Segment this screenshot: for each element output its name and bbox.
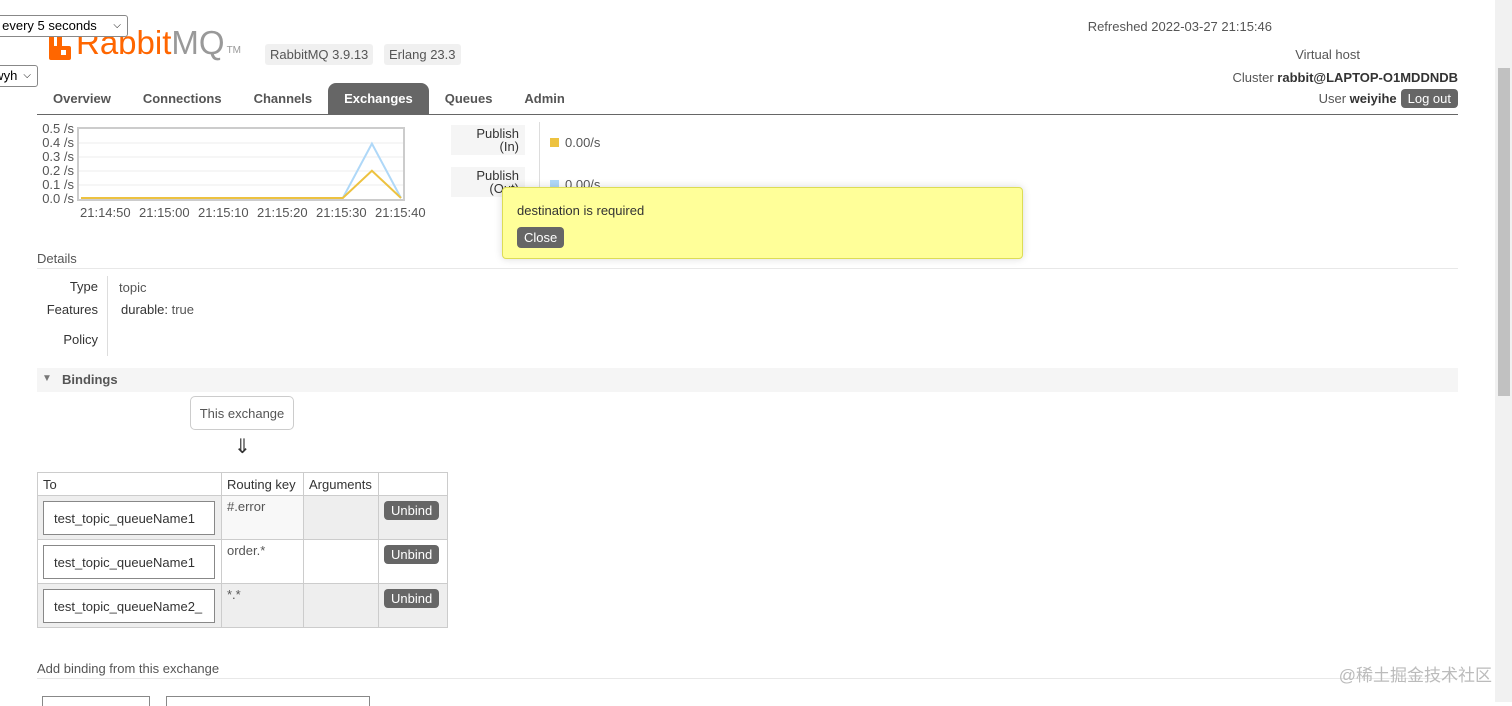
- vhost-label: Virtual host: [1295, 47, 1360, 62]
- unbind-cell: Unbind: [378, 495, 448, 540]
- unbind-cell: Unbind: [378, 583, 448, 628]
- chart-plot: [77, 127, 405, 201]
- tab-channels[interactable]: Channels: [238, 83, 329, 114]
- details-divider: [37, 268, 1458, 269]
- y-tick: 0.1 /s: [42, 177, 74, 192]
- watermark: @稀土掘金技术社区: [1338, 666, 1492, 685]
- col-arguments: Arguments: [303, 472, 379, 496]
- x-tick: 21:15:10: [198, 205, 249, 220]
- cluster-info: Cluster rabbit@LAPTOP-O1MDDNDB: [1232, 70, 1458, 85]
- refresh-interval-select[interactable]: Refresh every 5 seconds⌵: [0, 15, 128, 37]
- error-message: destination is required: [517, 203, 645, 218]
- logo-trademark: TM: [226, 45, 242, 56]
- y-tick: 0.4 /s: [42, 135, 74, 150]
- bindings-table: To Routing key Arguments test_topic_queu…: [37, 472, 448, 628]
- col-actions: [378, 472, 448, 496]
- table-row: test_topic_queueName2_ *.* Unbind: [37, 583, 448, 628]
- unbind-cell: Unbind: [378, 539, 448, 584]
- col-routing-key: Routing key: [221, 472, 304, 496]
- scrollbar[interactable]: [1495, 0, 1512, 702]
- user-info: User weiyihe Log out: [1319, 89, 1458, 108]
- destination-type-select[interactable]: [42, 696, 150, 706]
- y-tick: 0.2 /s: [42, 163, 74, 178]
- this-exchange-box: This exchange: [190, 396, 294, 430]
- arguments-cell: [303, 495, 379, 540]
- cluster-name: rabbit@LAPTOP-O1MDDNDB: [1277, 70, 1458, 85]
- col-to: To: [37, 472, 222, 496]
- x-tick: 21:15:00: [139, 205, 190, 220]
- chart-frame: [77, 127, 405, 201]
- type-label: Type: [69, 279, 98, 294]
- features-label: Features: [46, 302, 98, 317]
- type-value: topic: [119, 280, 147, 295]
- binding-destination-cell: test_topic_queueName1: [37, 539, 222, 584]
- legend-publish-in-rate: 0.00/s: [550, 135, 600, 150]
- main-nav-tabs: Overview Connections Channels Exchanges …: [37, 83, 581, 114]
- x-tick: 21:15:40: [375, 205, 426, 220]
- close-button[interactable]: Close: [517, 227, 565, 248]
- bindings-title: Bindings: [62, 372, 118, 387]
- table-row: test_topic_queueName1 #.error Unbind: [37, 495, 448, 540]
- table-row: test_topic_queueName1 order.* Unbind: [37, 539, 448, 584]
- tab-exchanges[interactable]: Exchanges: [328, 83, 429, 114]
- y-tick: 0.3 /s: [42, 149, 74, 164]
- rabbitmq-version-badge: RabbitMQ 3.9.13: [265, 44, 374, 65]
- details-column-divider: [107, 276, 108, 356]
- x-tick: 21:15:30: [316, 205, 367, 220]
- collapse-triangle-icon: ▼: [42, 373, 52, 384]
- down-arrow-icon: ⇓: [234, 436, 251, 458]
- arguments-cell: [303, 583, 379, 628]
- username: weiyihe: [1349, 91, 1397, 106]
- vhost-select[interactable]: /itcast_wyh⌵: [0, 65, 38, 87]
- chevron-down-icon: ⌵: [113, 20, 121, 31]
- routing-key-cell: *.*: [221, 583, 304, 628]
- unbind-button[interactable]: Unbind: [384, 589, 440, 608]
- tab-underline: [37, 114, 1458, 115]
- unbind-button[interactable]: Unbind: [384, 545, 440, 564]
- erlang-version-badge: Erlang 23.3: [384, 44, 461, 65]
- tab-connections[interactable]: Connections: [127, 83, 238, 114]
- logout-button[interactable]: Log out: [1400, 89, 1458, 108]
- routing-key-cell: #.error: [221, 495, 304, 540]
- unbind-button[interactable]: Unbind: [384, 501, 440, 520]
- binding-destination-link[interactable]: test_topic_queueName2_: [43, 589, 215, 623]
- legend-swatch-in: [550, 138, 559, 147]
- logo-text-mq: MQ: [171, 24, 225, 61]
- refreshed-timestamp: Refreshed 2022-03-27 21:15:46: [1087, 19, 1272, 34]
- binding-destination-cell: test_topic_queueName1: [37, 495, 222, 540]
- features-durable-key: durable:: [121, 302, 168, 317]
- table-header-row: To Routing key Arguments: [37, 472, 448, 496]
- x-tick: 21:14:50: [80, 205, 131, 220]
- features-value: durable: true: [121, 302, 194, 317]
- add-binding-divider: [37, 678, 1458, 679]
- tab-admin[interactable]: Admin: [508, 83, 580, 114]
- error-dialog: destination is required Close: [502, 187, 1023, 259]
- destination-input[interactable]: [166, 696, 370, 706]
- x-tick: 21:15:20: [257, 205, 308, 220]
- scrollbar-thumb[interactable]: [1498, 68, 1510, 396]
- features-durable-value: true: [171, 302, 195, 317]
- cluster-label: Cluster: [1232, 70, 1274, 85]
- user-label: User: [1318, 91, 1347, 106]
- details-title: Details: [37, 251, 77, 266]
- routing-key-cell: order.*: [221, 539, 304, 584]
- legend-publish-in: Publish (In): [451, 125, 525, 155]
- tab-overview[interactable]: Overview: [37, 83, 127, 114]
- rabbitmq-logo-icon: [48, 34, 72, 60]
- add-binding-title: Add binding from this exchange: [37, 661, 220, 676]
- policy-label: Policy: [63, 332, 98, 347]
- binding-destination-cell: test_topic_queueName2_: [37, 583, 222, 628]
- tab-queues[interactable]: Queues: [429, 83, 509, 114]
- y-tick: 0.5 /s: [42, 121, 74, 136]
- y-tick: 0.0 /s: [42, 191, 74, 206]
- bindings-section-header[interactable]: ▼ Bindings: [37, 368, 1458, 392]
- binding-destination-link[interactable]: test_topic_queueName1: [43, 501, 215, 535]
- chevron-down-icon: ⌵: [23, 70, 31, 81]
- arguments-cell: [303, 539, 379, 584]
- binding-destination-link[interactable]: test_topic_queueName1: [43, 545, 215, 579]
